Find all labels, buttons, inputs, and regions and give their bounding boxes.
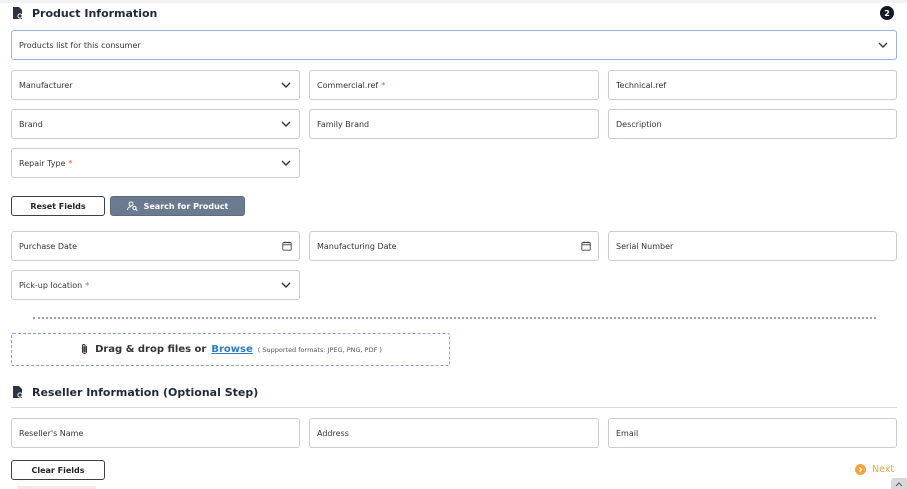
supported-formats: ( Supported formats: JPEG, PNG, PDF )	[257, 345, 382, 354]
brand-select[interactable]: Brand	[11, 109, 300, 139]
commercial-ref-input[interactable]: Commercial.ref *	[309, 70, 599, 100]
chevron-down-icon	[281, 82, 291, 88]
next-button[interactable]: Next	[855, 464, 894, 475]
required-mark: *	[85, 280, 90, 290]
reseller-address-input[interactable]: Address	[309, 418, 599, 448]
pickup-location-label: Pick-up location	[19, 280, 83, 290]
calendar-icon[interactable]	[581, 241, 591, 251]
scroll-to-top-button[interactable]	[891, 478, 907, 489]
technical-ref-label: Technical.ref	[616, 80, 667, 90]
clear-fields-label: Clear Fields	[31, 465, 85, 475]
manufacturer-label: Manufacturer	[19, 80, 73, 90]
browse-link[interactable]: Browse	[211, 344, 252, 355]
description-input[interactable]: Description	[608, 109, 897, 139]
product-section-title: Product Information	[32, 6, 158, 20]
family-brand-input[interactable]: Family Brand	[309, 109, 599, 139]
document-gear-icon	[13, 386, 23, 398]
products-list-select[interactable]: Products list for this consumer	[11, 30, 897, 60]
technical-ref-input[interactable]: Technical.ref	[608, 70, 897, 100]
step-badge: 2	[880, 6, 894, 20]
manufacturer-select[interactable]: Manufacturer	[11, 70, 300, 100]
manufacturing-date-label: Manufacturing Date	[317, 241, 397, 251]
reseller-email-input[interactable]: Email	[608, 418, 897, 448]
paperclip-icon	[82, 344, 88, 355]
brand-label: Brand	[19, 119, 43, 129]
chevron-down-icon	[281, 121, 291, 127]
required-mark: *	[68, 158, 73, 168]
description-label: Description	[616, 119, 662, 129]
reseller-email-label: Email	[616, 428, 639, 438]
clear-fields-button[interactable]: Clear Fields	[11, 460, 105, 480]
commercial-ref-label: Commercial.ref	[317, 80, 379, 90]
products-list-label: Products list for this consumer	[19, 40, 141, 50]
search-product-button[interactable]: Search for Product	[110, 196, 245, 216]
chevron-down-icon	[878, 42, 888, 48]
reseller-name-input[interactable]: Reseller's Name	[11, 418, 300, 448]
repair-type-select[interactable]: Repair Type *	[11, 148, 300, 178]
purchase-date-input[interactable]: Purchase Date	[11, 231, 300, 261]
chevron-down-icon	[281, 160, 291, 166]
repair-type-label: Repair Type	[19, 158, 66, 168]
reseller-section-title: Reseller Information (Optional Step)	[32, 385, 259, 399]
document-gear-icon	[13, 7, 23, 19]
manufacturing-date-input[interactable]: Manufacturing Date	[309, 231, 599, 261]
pickup-location-select[interactable]: Pick-up location *	[11, 270, 300, 300]
top-divider	[0, 0, 907, 3]
calendar-icon[interactable]	[282, 241, 292, 251]
section-divider	[11, 407, 897, 408]
reseller-name-label: Reseller's Name	[19, 428, 84, 438]
dotted-divider	[33, 317, 876, 319]
family-brand-label: Family Brand	[317, 119, 370, 129]
dropzone-text: Drag & drop files or	[95, 344, 207, 355]
reseller-section-header: Reseller Information (Optional Step)	[12, 385, 258, 399]
next-label: Next	[872, 464, 895, 475]
reseller-address-label: Address	[317, 428, 349, 438]
search-product-label: Search for Product	[143, 201, 229, 211]
serial-number-input[interactable]: Serial Number	[608, 231, 897, 261]
user-search-icon	[126, 201, 138, 211]
chevron-down-icon	[281, 282, 291, 288]
required-mark: *	[381, 80, 386, 90]
reset-fields-button[interactable]: Reset Fields	[11, 196, 105, 216]
product-section-header: Product Information	[12, 6, 157, 20]
purchase-date-label: Purchase Date	[19, 241, 77, 251]
chevron-up-icon	[895, 481, 903, 486]
serial-number-label: Serial Number	[616, 241, 674, 251]
file-dropzone[interactable]: Drag & drop files or Browse ( Supported …	[11, 333, 450, 366]
chevron-right-circle-icon	[855, 464, 866, 475]
reset-fields-label: Reset Fields	[30, 201, 86, 211]
